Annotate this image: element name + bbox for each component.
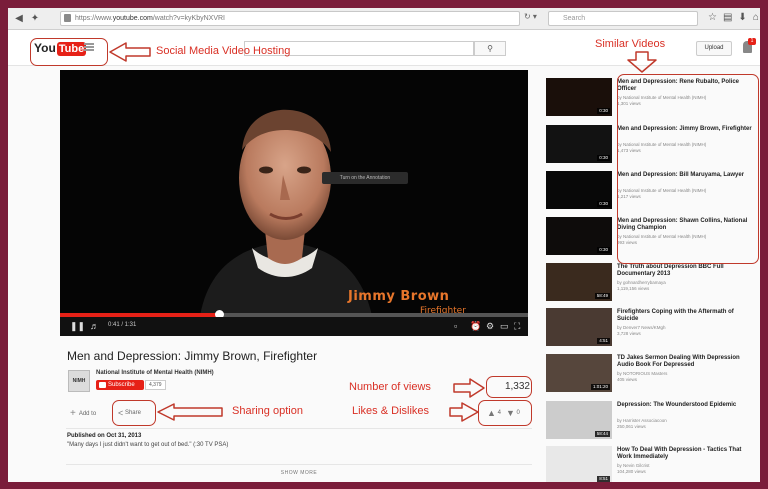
- annotation-sharing: Sharing option: [232, 405, 303, 417]
- annotation-similar: Similar Videos: [595, 38, 666, 50]
- related-video-item[interactable]: 4:51 Firefighters Coping with the Afterma…: [546, 308, 760, 350]
- annotation-hosting: Social Media Video Hosting: [156, 45, 291, 57]
- url-path: /watch?v=kyKbyNXVRI: [152, 15, 225, 22]
- show-more-button[interactable]: SHOW MORE: [66, 464, 532, 476]
- related-video-channel: by NOTORIOUS Masters: [617, 371, 668, 376]
- related-video-item[interactable]: 58:49 The Truth about Depression BBC Full…: [546, 263, 760, 305]
- related-video-channel: by gohnardherrybamaya: [617, 280, 666, 285]
- subscriber-count: 4,379: [145, 380, 166, 390]
- video-duration: 0:30: [597, 247, 610, 253]
- related-video-title[interactable]: How To Deal With Depression - Tactics Th…: [617, 447, 753, 461]
- related-video-item[interactable]: 1:01:20 TD Jakes Sermon Dealing With Depr…: [546, 354, 760, 396]
- video-duration: 8:51: [597, 476, 610, 482]
- related-video-views: 3,728 views: [617, 331, 641, 336]
- annotation-box-likes: [478, 400, 532, 426]
- video-duration: 0:30: [597, 155, 610, 161]
- related-video-thumbnail[interactable]: 4:51: [546, 308, 612, 346]
- related-video-thumbnail[interactable]: 8:51: [546, 446, 612, 482]
- captions-icon[interactable]: ▫: [454, 321, 457, 332]
- arrow-views: [453, 378, 485, 398]
- annotation-box-similar: [617, 74, 759, 264]
- publish-date: Published on Oct 31, 2013: [67, 433, 142, 439]
- video-duration: 58:49: [594, 293, 610, 299]
- url-prefix: https://www.: [75, 15, 113, 22]
- related-video-thumbnail[interactable]: 1:01:20: [546, 354, 612, 392]
- annotation-box-logo: [30, 38, 108, 66]
- annotation-box-views: [486, 376, 532, 398]
- browser-toolbar: ◀ ✦ https://www.youtube.com/watch?v=kyKb…: [8, 8, 760, 30]
- channel-name[interactable]: National Institute of Mental Health (NIM…: [96, 370, 214, 376]
- related-video-views: 1,119,156 views: [617, 286, 650, 291]
- reload-icon[interactable]: ↻ ▾: [524, 12, 537, 21]
- related-video-channel: by Harrister Associacoon: [617, 418, 667, 423]
- time-display: 0:41 / 1:31: [108, 322, 137, 328]
- back-arrow-icon[interactable]: ◀: [12, 12, 26, 26]
- related-video-views: 405 views: [617, 377, 638, 382]
- annotation-likes: Likes & Dislikes: [352, 405, 430, 417]
- annotation-views: Number of views: [349, 381, 431, 393]
- divider: [66, 428, 532, 429]
- related-video-item[interactable]: 58:44 Depression: The Wounderstood Epidem…: [546, 401, 760, 443]
- video-duration: 58:44: [594, 431, 610, 437]
- search-button[interactable]: ⚲: [474, 41, 506, 56]
- lock-icon: [64, 14, 71, 22]
- theater-mode-icon[interactable]: ▭: [500, 321, 509, 332]
- presenter-figure: [200, 109, 372, 316]
- notification-count: 1: [748, 38, 756, 45]
- download-icon[interactable]: ⬇: [738, 12, 752, 23]
- related-video-channel: by Nevin Gilcrist: [617, 463, 650, 468]
- annotation-box-share: [112, 400, 156, 426]
- add-to-button[interactable]: + Add to: [70, 408, 96, 419]
- clipboard-icon[interactable]: ▤: [723, 12, 738, 23]
- related-video-thumbnail[interactable]: 0:30: [546, 78, 612, 116]
- settings-gear-icon[interactable]: ⚙: [486, 321, 494, 332]
- related-video-item[interactable]: 8:51 How To Deal With Depression - Tactic…: [546, 446, 760, 482]
- arrow-likes: [449, 402, 479, 422]
- url-domain: youtube.com: [112, 15, 153, 22]
- arrow-share: [157, 403, 223, 421]
- volume-icon[interactable]: ♬: [90, 321, 99, 332]
- video-title: Men and Depression: Jimmy Brown, Firefig…: [67, 349, 318, 363]
- add-to-label: Add to: [78, 411, 97, 417]
- related-video-thumbnail[interactable]: 58:44: [546, 401, 612, 439]
- screenshot-frame: ◀ ✦ https://www.youtube.com/watch?v=kyKb…: [8, 8, 760, 482]
- related-video-views: 104,280 views: [617, 469, 646, 474]
- channel-avatar[interactable]: NIMH: [68, 370, 90, 392]
- star-icon[interactable]: ☆: [708, 12, 723, 23]
- related-video-title[interactable]: The Truth about Depression BBC Full Docu…: [617, 264, 753, 278]
- watch-later-icon[interactable]: ⏰: [470, 321, 481, 332]
- browser-toolbar-icons[interactable]: ☆▤⬇⌂: [708, 12, 760, 23]
- annotation-overlay[interactable]: Turn on the Annotation: [322, 172, 408, 184]
- pause-icon[interactable]: ❚❚: [70, 321, 85, 332]
- upload-button[interactable]: Upload: [696, 41, 732, 56]
- plus-icon: +: [70, 408, 76, 419]
- related-video-thumbnail[interactable]: 0:30: [546, 217, 612, 255]
- browser-search-box[interactable]: Search: [548, 11, 698, 26]
- related-video-title[interactable]: Firefighters Coping with the Aftermath o…: [617, 309, 753, 323]
- video-duration: 1:01:20: [590, 384, 610, 390]
- player-controls: ❚❚ ♬ 0:41 / 1:31 ▫ ⏰ ⚙ ▭ ⛶: [60, 317, 528, 336]
- related-video-title[interactable]: TD Jakes Sermon Dealing With Depression …: [617, 355, 753, 369]
- browser-search-placeholder: Search: [563, 15, 586, 22]
- lower-third-name: Jimmy Brown: [348, 289, 450, 304]
- video-duration: 4:51: [597, 338, 610, 344]
- tools-icon[interactable]: ✦: [28, 12, 42, 26]
- related-video-channel: by Denver7 News/KMgh: [617, 325, 666, 330]
- video-duration: 0:30: [597, 108, 610, 114]
- related-video-title[interactable]: Depression: The Wounderstood Epidemic: [617, 402, 753, 409]
- video-duration: 0:30: [597, 201, 610, 207]
- related-video-views: 250,061 views: [617, 424, 646, 429]
- subscribe-button[interactable]: Subscribe: [96, 380, 144, 390]
- related-video-thumbnail[interactable]: 0:30: [546, 171, 612, 209]
- video-description: "Many days I just didn't want to get out…: [67, 442, 229, 448]
- related-video-thumbnail[interactable]: 0:30: [546, 125, 612, 163]
- search-icon: ⚲: [487, 44, 493, 53]
- related-video-thumbnail[interactable]: 58:49: [546, 263, 612, 301]
- video-player[interactable]: Turn on the Annotation Jimmy Brown Firef…: [60, 70, 528, 336]
- fullscreen-icon[interactable]: ⛶: [514, 321, 520, 332]
- home-icon[interactable]: ⌂: [753, 12, 760, 23]
- address-bar[interactable]: https://www.youtube.com/watch?v=kyKbyNXV…: [60, 11, 520, 26]
